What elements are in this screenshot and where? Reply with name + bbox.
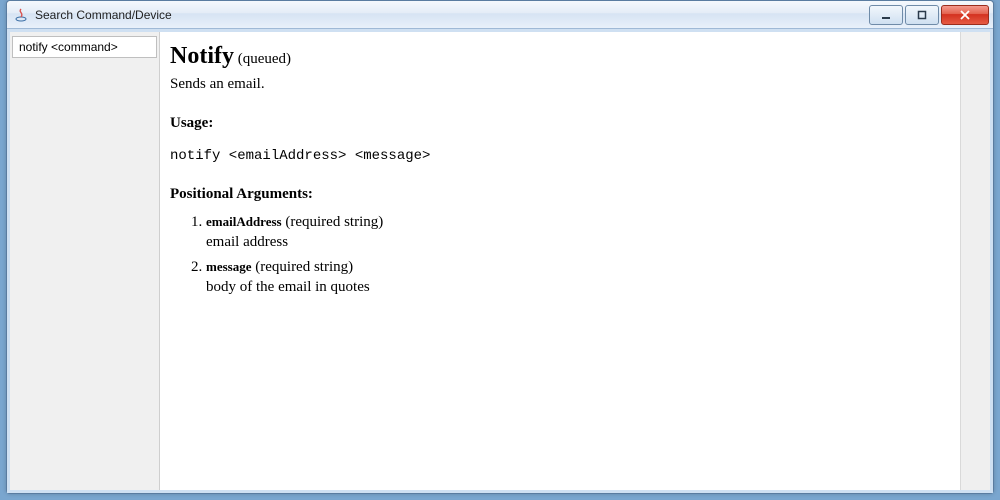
usage-line: notify <emailAddress> <message> [170, 147, 942, 166]
arg-name: message [206, 259, 252, 274]
args-heading: Positional Arguments: [170, 184, 942, 204]
command-doc: Notify (queued) Sends an email. Usage: n… [170, 40, 942, 297]
usage-heading: Usage: [170, 113, 942, 133]
window-controls [869, 5, 989, 25]
titlebar[interactable]: Search Command/Device [7, 1, 993, 29]
args-list: emailAddress (required string) email add… [206, 212, 942, 297]
window-title: Search Command/Device [35, 8, 172, 22]
arg-item: emailAddress (required string) email add… [206, 212, 942, 253]
command-description: Sends an email. [170, 74, 942, 94]
arg-name: emailAddress [206, 214, 282, 229]
java-app-icon [13, 7, 29, 23]
command-title: Notify [170, 43, 234, 69]
right-gutter [960, 32, 990, 490]
arg-item: message (required string) body of the em… [206, 257, 942, 298]
close-button[interactable] [941, 5, 989, 25]
maximize-button[interactable] [905, 5, 939, 25]
sidebar-item-notify-command[interactable]: notify <command> [12, 36, 157, 58]
sidebar: notify <command> [10, 32, 160, 490]
arg-meta: (required string) [255, 259, 353, 275]
client-area: notify <command> Notify (queued) Sends a… [7, 29, 993, 493]
arg-meta: (required string) [285, 214, 383, 230]
sidebar-item-label: notify <command> [19, 40, 118, 54]
arg-desc: email address [206, 232, 942, 252]
content-pane[interactable]: Notify (queued) Sends an email. Usage: n… [160, 32, 960, 490]
minimize-button[interactable] [869, 5, 903, 25]
arg-desc: body of the email in quotes [206, 277, 942, 297]
app-window: Search Command/Device notify <command> N… [6, 0, 994, 494]
command-note: (queued) [238, 51, 291, 67]
